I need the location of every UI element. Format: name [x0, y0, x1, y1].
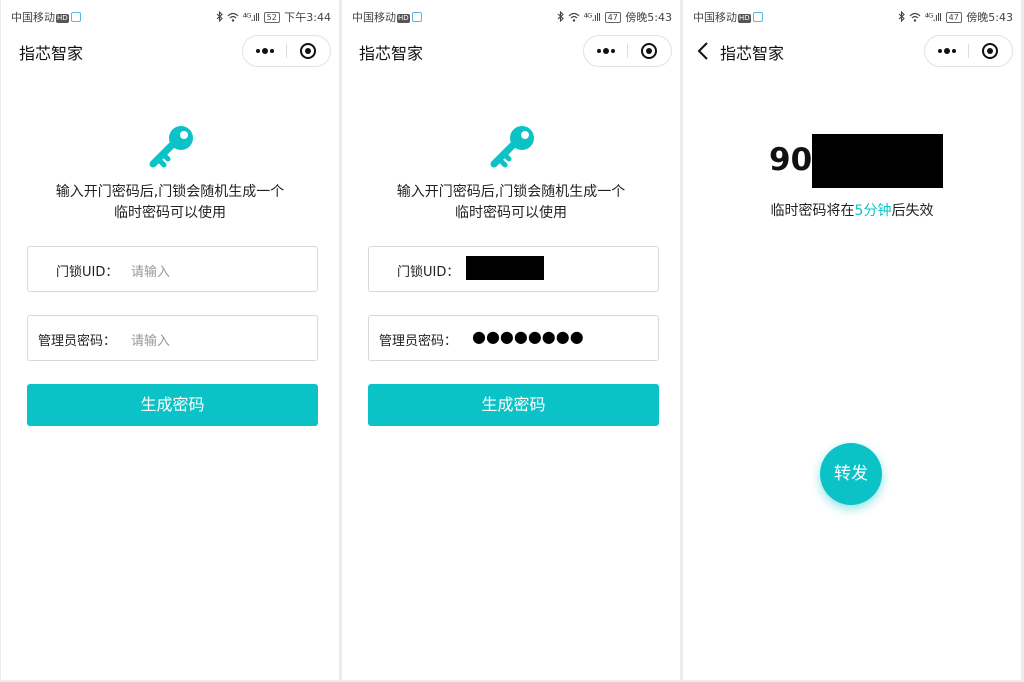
admin-password-masked-value: ●●●●●●●●	[472, 327, 584, 346]
status-bar: 中国移动 HD ⁴ᴳ.ıll 47 傍晚5:43	[683, 0, 1021, 30]
mini-program-capsule	[924, 35, 1013, 67]
redacted-uid-value	[466, 256, 544, 280]
back-button[interactable]	[693, 40, 715, 62]
instruction-line-1: 输入开门密码后,门锁会随机生成一个	[396, 184, 626, 200]
screen-input-filled: 中国移动 HD ⁴ᴳ.ıll 47 傍晚5:43 指芯智家 输入开门密码后,门锁…	[342, 0, 680, 680]
lock-uid-field[interactable]: 门锁UID： 请输入	[27, 246, 318, 292]
carrier-name: 中国移动	[11, 11, 55, 24]
nav-bar: 指芯智家	[1, 30, 339, 70]
instruction-line-1: 输入开门密码后,门锁会随机生成一个	[55, 184, 285, 200]
screenshot-collage: 中国移动 HD ⁴ᴳ.ıll 52 下午3:44 指芯智家 输入开门密码后,门锁…	[0, 0, 1024, 682]
expiry-text-after: 后失效	[891, 203, 934, 219]
instruction-line-2: 临时密码可以使用	[455, 205, 567, 221]
wechat-status-icon	[752, 12, 763, 22]
nav-bar: 指芯智家	[683, 30, 1021, 70]
carrier-name: 中国移动	[693, 11, 737, 24]
more-dots-icon	[256, 48, 274, 54]
carrier-name: 中国移动	[352, 11, 396, 24]
more-button[interactable]	[584, 36, 627, 66]
bluetooth-icon	[216, 10, 223, 23]
hd-badge: HD	[397, 14, 410, 23]
wechat-status-icon	[70, 12, 81, 22]
screen-input-empty: 中国移动 HD ⁴ᴳ.ıll 52 下午3:44 指芯智家 输入开门密码后,门锁…	[1, 0, 339, 680]
mini-program-close-icon	[300, 43, 316, 59]
wechat-status-icon	[411, 12, 422, 22]
wifi-icon	[909, 12, 921, 22]
page-title: 指芯智家	[19, 44, 84, 63]
screen-temp-password: 中国移动 HD ⁴ᴳ.ıll 47 傍晚5:43 指芯智家 90 临时密码将在5…	[683, 0, 1021, 680]
hd-badge: HD	[738, 14, 751, 23]
mini-program-close-icon	[982, 43, 998, 59]
temporary-password-prefix: 90	[769, 142, 813, 178]
redacted-password-digits	[812, 134, 943, 188]
status-right: ⁴ᴳ.ıll 52 下午3:44	[216, 9, 331, 25]
generate-password-button[interactable]: 生成密码	[27, 384, 318, 426]
instruction-text: 输入开门密码后,门锁会随机生成一个 临时密码可以使用	[1, 182, 339, 224]
status-carrier: 中国移动 HD	[11, 9, 81, 25]
mini-program-capsule	[242, 35, 331, 67]
close-mini-program-button[interactable]	[969, 36, 1012, 66]
lock-uid-field[interactable]: 门锁UID：	[368, 246, 659, 292]
status-right: ⁴ᴳ.ıll 47 傍晚5:43	[898, 9, 1013, 25]
signal-indicator: ⁴ᴳ.ıll	[583, 11, 601, 24]
status-bar: 中国移动 HD ⁴ᴳ.ıll 47 傍晚5:43	[342, 0, 680, 30]
admin-password-field[interactable]: 管理员密码： ●●●●●●●●	[368, 315, 659, 361]
battery-level: 47	[945, 12, 962, 23]
close-mini-program-button[interactable]	[287, 36, 330, 66]
expiry-text-before: 临时密码将在	[770, 203, 855, 219]
instruction-line-2: 临时密码可以使用	[114, 205, 226, 221]
status-carrier: 中国移动 HD	[352, 9, 422, 25]
wifi-icon	[227, 12, 239, 22]
bluetooth-icon	[898, 10, 905, 23]
status-right: ⁴ᴳ.ıll 47 傍晚5:43	[557, 9, 672, 25]
close-mini-program-button[interactable]	[628, 36, 671, 66]
status-bar: 中国移动 HD ⁴ᴳ.ıll 52 下午3:44	[1, 0, 339, 30]
more-dots-icon	[938, 48, 956, 54]
status-time: 傍晚5:43	[625, 11, 672, 24]
lock-uid-placeholder: 请输入	[131, 265, 171, 280]
bluetooth-icon	[557, 10, 564, 23]
admin-password-field[interactable]: 管理员密码： 请输入	[27, 315, 318, 361]
wifi-icon	[568, 12, 580, 22]
battery-level: 52	[263, 12, 280, 23]
more-dots-icon	[597, 48, 615, 54]
hd-badge: HD	[56, 14, 69, 23]
status-time: 下午3:44	[284, 11, 331, 24]
key-icon	[490, 126, 534, 168]
mini-program-capsule	[583, 35, 672, 67]
more-button[interactable]	[925, 36, 968, 66]
chevron-left-icon	[697, 42, 708, 60]
admin-password-label: 管理员密码：	[379, 334, 458, 349]
page-title: 指芯智家	[720, 44, 785, 63]
expiry-duration: 5分钟	[854, 203, 892, 219]
signal-indicator: ⁴ᴳ.ıll	[242, 11, 260, 24]
key-icon	[149, 126, 193, 168]
instruction-text: 输入开门密码后,门锁会随机生成一个 临时密码可以使用	[342, 182, 680, 224]
admin-password-label: 管理员密码：	[38, 334, 117, 349]
more-button[interactable]	[243, 36, 286, 66]
nav-bar: 指芯智家	[342, 30, 680, 70]
page-title: 指芯智家	[359, 44, 424, 63]
battery-level: 47	[604, 12, 621, 23]
forward-button[interactable]: 转发	[820, 443, 882, 505]
admin-password-placeholder: 请输入	[131, 334, 171, 349]
lock-uid-label: 门锁UID：	[56, 265, 119, 280]
mini-program-close-icon	[641, 43, 657, 59]
generate-password-button[interactable]: 生成密码	[368, 384, 659, 426]
status-time: 傍晚5:43	[966, 11, 1013, 24]
expiry-notice: 临时密码将在5分钟后失效	[683, 200, 1021, 220]
lock-uid-label: 门锁UID：	[397, 265, 460, 280]
status-carrier: 中国移动 HD	[693, 9, 763, 25]
signal-indicator: ⁴ᴳ.ıll	[924, 11, 942, 24]
